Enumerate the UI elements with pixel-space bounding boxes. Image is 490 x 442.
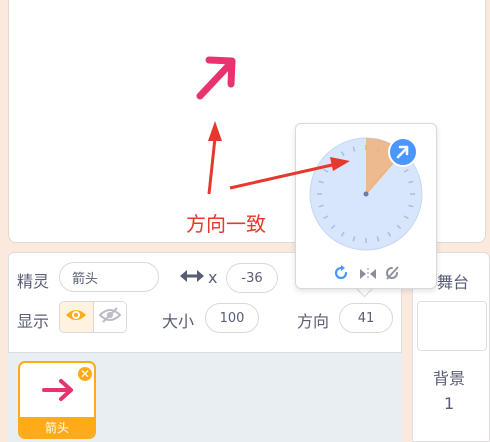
direction-field[interactable]: 41 [339, 303, 393, 333]
show-button[interactable] [60, 302, 93, 332]
size-label: 大小 [162, 312, 195, 331]
backdrops-count: 1 [444, 394, 455, 413]
x-label: x [208, 268, 218, 287]
close-icon: ✕ [79, 367, 91, 381]
direction-dial[interactable] [296, 124, 438, 264]
x-field[interactable]: -36 [226, 263, 278, 293]
left-right-arrow-icon [180, 268, 204, 288]
sprite-name-field[interactable]: 箭头 [59, 262, 159, 292]
stage-title: 舞台 [437, 273, 470, 292]
direction-popover [295, 123, 437, 289]
dont-rotate-icon[interactable] [384, 265, 400, 285]
show-label: 显示 [17, 312, 50, 331]
annotation-label: 方向一致 [186, 212, 266, 236]
eye-icon [65, 307, 87, 327]
sprite-label: 精灵 [17, 272, 50, 291]
direction-label: 方向 [297, 312, 330, 331]
eye-slash-icon [98, 306, 122, 328]
visibility-toggle [59, 301, 127, 333]
dial-handle[interactable] [388, 137, 418, 167]
delete-sprite-button[interactable]: ✕ [76, 365, 94, 383]
arrow-thumbnail-icon [40, 377, 76, 407]
rotate-all-around-icon[interactable] [333, 265, 349, 285]
hide-button[interactable] [92, 302, 126, 332]
size-field[interactable]: 100 [205, 303, 259, 333]
left-right-only-icon[interactable] [359, 266, 377, 285]
stage-thumbnail [417, 301, 487, 351]
backdrops-label: 背景 [433, 369, 466, 388]
sprite-tile-name: 箭头 [20, 417, 94, 437]
